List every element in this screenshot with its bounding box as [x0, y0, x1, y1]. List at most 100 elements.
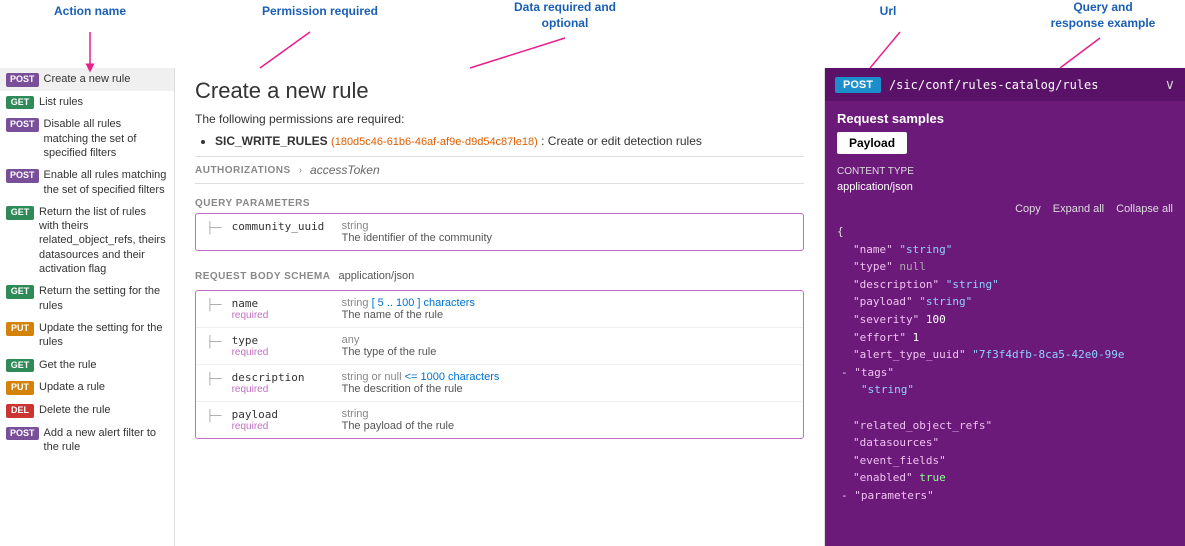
method-badge-put-8: PUT: [6, 381, 34, 395]
code-line-related: "related_object_refs": [837, 417, 1173, 435]
param-name-payload: payload: [232, 408, 332, 421]
param-details-name: string [ 5 .. 100 ] characters The name …: [342, 297, 793, 321]
param-type-extra-desc: <= 1000 characters: [405, 371, 500, 383]
payload-button[interactable]: Payload: [837, 132, 907, 154]
perm-uuid-val: 180d5c46-61b6-46af-af9e-d9d54c87le18: [335, 136, 534, 148]
schema-type: application/json: [338, 270, 414, 282]
param-desc-description: The descrition of the rule: [342, 383, 793, 395]
param-name-col: community_uuid: [232, 220, 332, 233]
code-line-alert-type: "alert_type_uuid" "7f3f4dfb-8ca5-42e0-99…: [837, 346, 1173, 364]
expand-all-action[interactable]: Expand all: [1053, 203, 1104, 215]
param-row-community: ├─ community_uuid string The identifier …: [196, 214, 803, 250]
param-row-payload: ├─ payload required string The payload o…: [196, 402, 803, 438]
param-required-payload: required: [232, 421, 332, 432]
method-badge-post-10: POST: [6, 427, 39, 441]
param-type-type: any: [342, 334, 793, 346]
param-tree-type: ├─: [206, 336, 222, 348]
method-badge-post-2: POST: [6, 118, 39, 132]
param-details-desc: string or null <= 1000 characters The de…: [342, 371, 793, 395]
method-badge-post: POST: [6, 73, 39, 87]
sidebar-label-update-rule: Update a rule: [39, 380, 105, 394]
content-row: POST Create a new rule GET List rules PO…: [0, 0, 1185, 546]
param-desc-community: The identifier of the community: [342, 232, 793, 244]
query-params-box: ├─ community_uuid string The identifier …: [195, 213, 804, 251]
collapse-all-action[interactable]: Collapse all: [1116, 203, 1173, 215]
sidebar-item-get-rule[interactable]: GET Get the rule: [0, 354, 174, 377]
sidebar-label-enable-rules: Enable all rules matching the set of spe…: [44, 168, 168, 197]
param-type-extra-name: [ 5 .. 100 ] characters: [372, 297, 475, 309]
param-name-col-name: name required: [232, 297, 332, 321]
param-name-col-desc: description required: [232, 371, 332, 395]
schema-header: REQUEST BODY SCHEMA application/json: [195, 261, 804, 290]
sidebar-label-add-alert-filter: Add a new alert filter to the rule: [44, 426, 168, 455]
param-tree-icon: ├─: [206, 222, 222, 234]
method-badge-post-3: POST: [6, 169, 39, 183]
param-type-desc: string or null <= 1000 characters: [342, 371, 793, 383]
method-badge-get-1: GET: [6, 96, 34, 110]
sidebar: POST Create a new rule GET List rules PO…: [0, 68, 175, 546]
code-line-datasources: "datasources": [837, 434, 1173, 452]
content-type-label: Content type: [825, 162, 1185, 179]
param-details-type: any The type of the rule: [342, 334, 793, 358]
sidebar-label-delete-rule: Delete the rule: [39, 403, 111, 417]
url-path: /sic/conf/rules-catalog/rules: [889, 78, 1157, 92]
code-line-severity: "severity" 100: [837, 311, 1173, 329]
param-type-community: string: [342, 220, 793, 232]
method-badge-get-4: GET: [6, 206, 34, 220]
sidebar-label-return-setting: Return the setting for the rules: [39, 284, 168, 313]
code-line-name: "name" "string": [837, 241, 1173, 259]
sidebar-label-return-list: Return the list of rules with theirs rel…: [39, 205, 168, 276]
param-name-name: name: [232, 297, 332, 310]
doc-panel: Create a new rule The following permissi…: [175, 68, 825, 546]
param-type-payload: string: [342, 408, 793, 420]
page-wrapper: Action name Permission required Data req…: [0, 0, 1185, 546]
param-name-type: type: [232, 334, 332, 347]
copy-action[interactable]: Copy: [1015, 203, 1041, 215]
param-row-type: ├─ type required any The type of the rul…: [196, 328, 803, 365]
param-name-col-type: type required: [232, 334, 332, 358]
sidebar-item-create-rule[interactable]: POST Create a new rule: [0, 68, 174, 91]
code-actions: Copy Expand all Collapse all: [825, 199, 1185, 219]
method-badge-get-7: GET: [6, 359, 34, 373]
permission-item: SIC_WRITE_RULES (180d5c46-61b6-46af-af9e…: [215, 134, 804, 148]
doc-subtitle: The following permissions are required:: [195, 112, 804, 126]
sidebar-item-delete-rule[interactable]: DEL Delete the rule: [0, 399, 174, 422]
param-required-desc: required: [232, 384, 332, 395]
param-details-community: string The identifier of the community: [342, 220, 793, 244]
code-line-description: "description" "string": [837, 276, 1173, 294]
sidebar-item-disable-rules[interactable]: POST Disable all rules matching the set …: [0, 113, 174, 164]
sidebar-item-update-rule[interactable]: PUT Update a rule: [0, 376, 174, 399]
schema-label: REQUEST BODY SCHEMA: [195, 265, 330, 286]
sidebar-item-list-rules[interactable]: GET List rules: [0, 91, 174, 114]
code-line-tags: - "tags": [837, 364, 1173, 382]
sidebar-item-update-setting[interactable]: PUT Update the setting for the rules: [0, 317, 174, 354]
param-tree-name: ├─: [206, 299, 222, 311]
code-line-open: {: [837, 223, 1173, 241]
sidebar-label-disable-rules: Disable all rules matching the set of sp…: [44, 117, 168, 160]
sidebar-item-return-list[interactable]: GET Return the list of rules with theirs…: [0, 201, 174, 280]
sidebar-item-return-setting[interactable]: GET Return the setting for the rules: [0, 280, 174, 317]
auth-bar: AUTHORIZATIONS › accessToken: [195, 156, 804, 184]
param-desc-name: The name of the rule: [342, 309, 793, 321]
code-line-blank: [837, 399, 1173, 417]
param-name-col-payload: payload required: [232, 408, 332, 432]
code-line-parameters: - "parameters": [837, 487, 1173, 505]
auth-chevron-icon[interactable]: ›: [299, 165, 302, 176]
body-params-box: ├─ name required string [ 5 .. 100 ] cha…: [195, 290, 804, 439]
url-chevron-icon[interactable]: ∨: [1165, 76, 1175, 93]
code-block: { "name" "string" "type" null "descripti…: [825, 219, 1185, 515]
param-required-type: required: [232, 347, 332, 358]
sidebar-label-list-rules: List rules: [39, 95, 83, 109]
sidebar-item-add-alert-filter[interactable]: POST Add a new alert filter to the rule: [0, 422, 174, 459]
url-method-badge: POST: [835, 77, 881, 93]
param-desc-type: The type of the rule: [342, 346, 793, 358]
param-tree-desc: ├─: [206, 373, 222, 385]
perm-desc: : Create or edit detection rules: [541, 134, 702, 148]
api-url-bar: POST /sic/conf/rules-catalog/rules ∨: [825, 68, 1185, 101]
param-name-description: description: [232, 371, 332, 384]
request-samples-label: Request samples: [825, 101, 1185, 132]
sidebar-item-enable-rules[interactable]: POST Enable all rules matching the set o…: [0, 164, 174, 201]
param-required-name: required: [232, 310, 332, 321]
perm-name: SIC_WRITE_RULES: [215, 134, 328, 148]
param-tree-payload: ├─: [206, 410, 222, 422]
